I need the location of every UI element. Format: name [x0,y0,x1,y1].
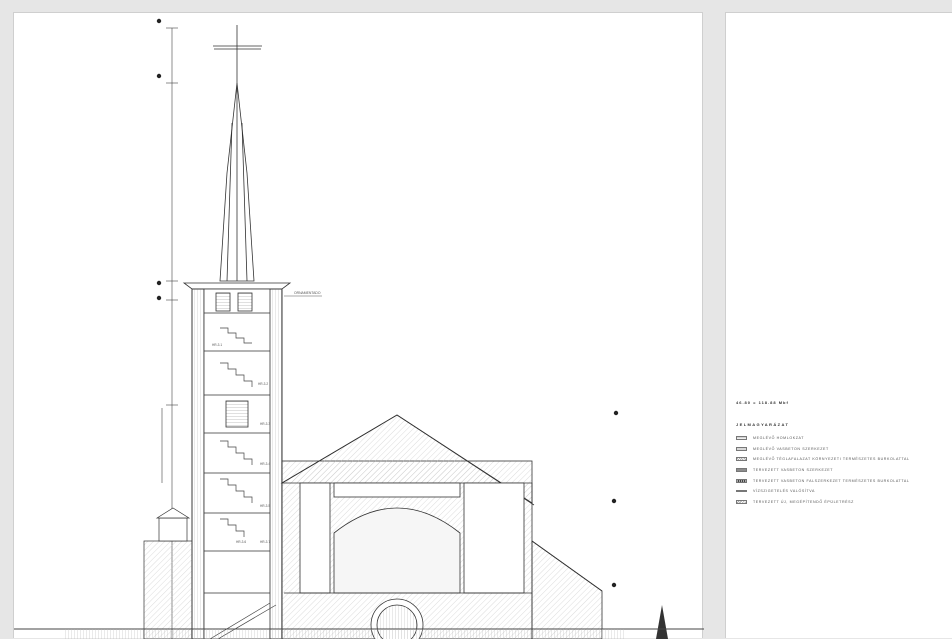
legend-swatch [736,436,747,441]
right-aisle [531,540,603,639]
legend-title: JELMAGYARÁZAT [736,422,790,427]
spire-annotation: ORNAMENTADO [294,291,321,295]
room-label: HR-3.5 [260,504,270,508]
nave [280,414,535,639]
room-label: HR-3.4 [260,462,270,466]
legend-label: MEGLÉVŐ HOMLOKZAT [753,436,805,441]
room-label: HR-3.1 [212,343,222,347]
legend-panel: 46.80 = 118.88 Mbf JELMAGYARÁZAT MEGLÉVŐ… [725,12,952,638]
legend-item: MEGLÉVŐ HOMLOKZAT [736,433,910,444]
tree [656,605,668,639]
legend-swatch [736,499,747,504]
legend-swatch [736,468,747,473]
legend-item: TERVEZETT VASBETON FALSZERKEZET TERMÉSZE… [736,475,910,486]
legend-label: TERVEZETT VASBETON FALSZERKEZET TERMÉSZE… [753,478,910,483]
annotation-group: ORNAMENTADO [284,291,322,297]
legend-item: TERVEZETT ÚJ, MEGÉPÍTENDŐ ÉPÜLETRÉSZ [736,497,910,508]
legend-swatch [736,457,747,462]
spire [182,25,292,290]
legend-label: TERVEZETT ÚJ, MEGÉPÍTENDŐ ÉPÜLETRÉSZ [753,499,854,504]
legend-swatch [736,446,747,451]
drawing-sheet: ORNAMENTADO HR-3.1 HR-3.2 HR-3.3 HR-3.4 HR-3… [0,0,952,639]
left-annex [143,507,193,639]
church-elevation-drawing: ORNAMENTADO HR-3.1 HR-3.2 HR-3.3 HR-3.4 HR-3… [14,18,704,639]
legend-swatch [736,478,747,483]
legend-list: MEGLÉVŐ HOMLOKZAT MEGLÉVŐ VASBETON SZERK… [736,433,910,507]
legend-item: VÍZSZIGETELÉS VALÓSÍTVA [736,486,910,497]
room-label: HR-3.7 [260,540,270,544]
legend-item: MEGLÉVŐ VASBETON SZERKEZET [736,444,910,455]
legend-item: MEGLÉVŐ TÉGLAFALAZAT KÖRNYEZETI TERMÉSZE… [736,454,910,465]
room-label: HR-3.6 [236,540,246,544]
legend-label: VÍZSZIGETELÉS VALÓSÍTVA [753,489,815,494]
legend-label: TERVEZETT VASBETON SZERKEZET [753,468,834,473]
elevation-drawing-panel: ORNAMENTADO HR-3.1 HR-3.2 HR-3.3 HR-3.4 HR-3… [13,12,704,639]
scale-label: 46.80 = 118.88 Mbf [736,400,789,405]
legend-item: TERVEZETT VASBETON SZERKEZET [736,465,910,476]
legend-swatch [736,490,747,493]
legend-label: MEGLÉVŐ TÉGLAFALAZAT KÖRNYEZETI TERMÉSZE… [753,457,910,462]
room-label: HR-3.2 [258,382,268,386]
legend-label: MEGLÉVŐ VASBETON SZERKEZET [753,446,829,451]
room-label: HR-3.3 [260,422,270,426]
